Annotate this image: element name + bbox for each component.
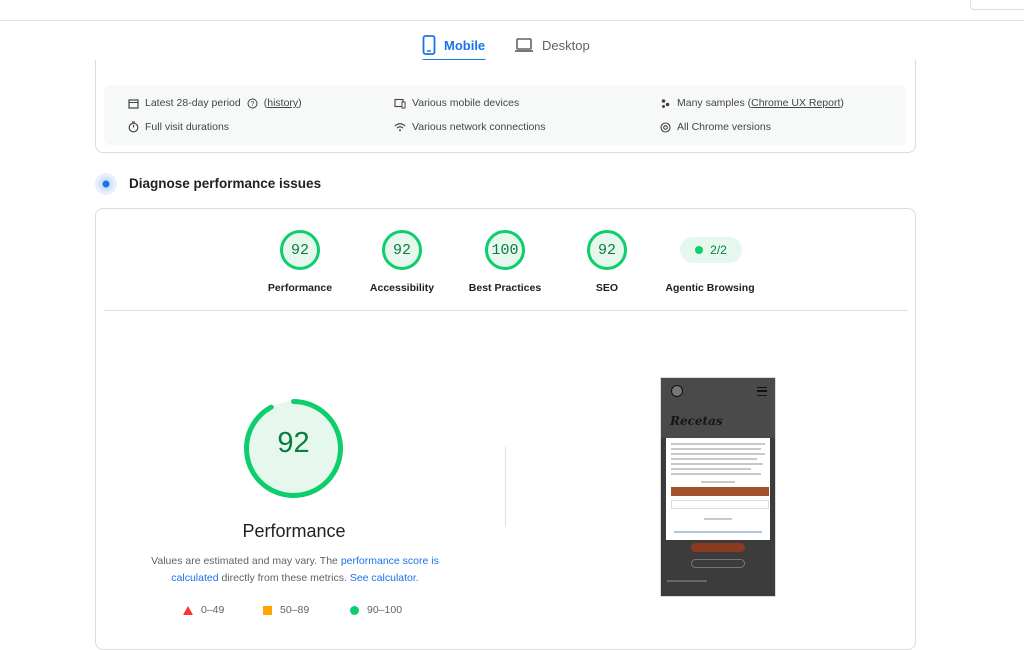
chrome-label: All Chrome versions — [677, 121, 771, 133]
gauge-seo[interactable]: 92 — [587, 230, 627, 270]
legend-pass: 90–100 — [350, 603, 402, 617]
info-period: Latest 28-day period ? (history) — [128, 95, 302, 111]
estimate-note: Values are estimated and may vary. The p… — [130, 553, 460, 587]
hamburger-menu-icon — [757, 387, 767, 396]
tab-desktop[interactable]: Desktop — [514, 28, 594, 62]
score-value: 100 — [485, 230, 525, 270]
top-right-button[interactable] — [970, 0, 1024, 10]
screenshot-button-outline — [691, 559, 745, 568]
gauge-best-practices[interactable]: 100 — [485, 230, 525, 270]
page-screenshot[interactable]: Recetas — [660, 377, 776, 597]
history-link[interactable]: history — [267, 97, 298, 109]
gauge-label-best-practices: Best Practices — [468, 282, 542, 294]
note-text-2: directly from these metrics. — [218, 572, 350, 584]
help-icon[interactable]: ? — [247, 98, 258, 109]
timer-icon — [128, 121, 139, 133]
legend-fail: 0–49 — [183, 603, 224, 617]
smartphone-icon — [422, 35, 436, 55]
info-samples: Many samples (Chrome UX Report) — [660, 95, 844, 111]
top-bar — [0, 0, 1024, 21]
gauge-label-performance: Performance — [267, 282, 333, 294]
info-network: Various network connections — [394, 119, 545, 135]
agentic-browsing-badge[interactable]: 2/2 — [680, 237, 742, 263]
note-text: Values are estimated and may vary. The — [151, 555, 341, 567]
pass-dot-icon — [695, 246, 704, 254]
chrome-icon — [660, 121, 671, 133]
tab-mobile[interactable]: Mobile — [422, 28, 486, 62]
legend-range: 90–100 — [367, 604, 403, 616]
samples-label: Many samples ( — [677, 97, 752, 109]
wifi-icon — [394, 123, 406, 132]
vertical-separator — [505, 447, 506, 527]
visits-label: Full visit durations — [145, 121, 230, 133]
divider — [104, 310, 908, 311]
users-icon — [661, 98, 670, 108]
legend-range: 0–49 — [201, 604, 225, 616]
performance-title: Performance — [242, 521, 346, 541]
gauge-label-agentic: Agentic Browsing — [665, 282, 755, 294]
pass-circle-icon — [350, 605, 359, 615]
network-label: Various network connections — [412, 121, 546, 133]
site-logo-icon — [671, 385, 683, 397]
accept-button — [671, 487, 769, 496]
fail-triangle-icon — [183, 605, 193, 615]
screenshot-button — [691, 543, 745, 552]
cookie-dialog — [666, 438, 770, 540]
tab-desktop-label: Desktop — [542, 37, 590, 53]
calendar-icon — [128, 98, 139, 109]
average-square-icon — [263, 605, 272, 615]
score-value: 92 — [382, 230, 422, 270]
gauge-label-seo: SEO — [595, 282, 619, 294]
screenshot-footer — [667, 580, 707, 582]
crux-link[interactable]: Chrome UX Report — [751, 97, 840, 109]
screenshot-heading: Recetas — [670, 414, 723, 428]
info-visits: Full visit durations — [128, 119, 229, 135]
score-value: 92 — [587, 230, 627, 270]
section-title: Diagnose performance issues — [129, 176, 322, 191]
info-devices: Various mobile devices — [394, 95, 519, 111]
devices-label: Various mobile devices — [412, 97, 520, 109]
lighthouse-icon — [95, 173, 117, 195]
field-data-details — [104, 85, 906, 145]
info-chrome: All Chrome versions — [660, 119, 771, 135]
samples-suffix: ) — [840, 97, 844, 109]
period-label: Latest 28-day period — [145, 97, 241, 109]
devices-icon — [394, 98, 406, 108]
gauge-label-accessibility: Accessibility — [369, 282, 435, 294]
legend-average: 50–89 — [263, 603, 309, 617]
gauge-accessibility[interactable]: 92 — [382, 230, 422, 270]
note-period: . — [415, 572, 419, 584]
performance-score: 92 — [277, 427, 310, 459]
laptop-icon — [515, 38, 533, 52]
svg-text:?: ? — [250, 101, 254, 108]
tab-mobile-label: Mobile — [444, 37, 486, 53]
reject-button — [671, 500, 769, 509]
agentic-value: 2/2 — [710, 243, 727, 257]
legend-range: 50–89 — [280, 604, 310, 616]
see-calculator-link[interactable]: See calculator — [350, 572, 416, 584]
score-value: 92 — [280, 230, 320, 270]
gauge-performance[interactable]: 92 — [280, 230, 320, 270]
